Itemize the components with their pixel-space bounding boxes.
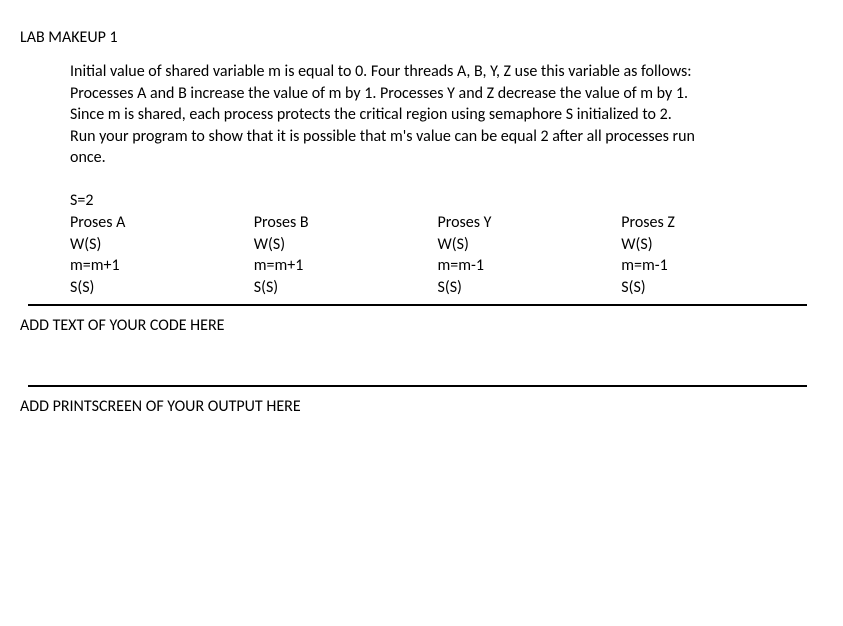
problem-line: Initial value of shared variable m is eq… [70, 61, 805, 83]
output-section-label: ADD PRINTSCREEN OF YOUR OUTPUT HERE [20, 397, 825, 416]
process-name: Proses Z [621, 212, 805, 234]
problem-line: once. [70, 147, 805, 169]
process-op: m=m-1 [438, 255, 622, 277]
process-signal: S(S) [254, 277, 438, 299]
process-name: Proses B [254, 212, 438, 234]
process-name: Proses A [70, 212, 254, 234]
process-op: m=m-1 [621, 255, 805, 277]
process-col-b: Proses B W(S) m=m+1 S(S) [254, 212, 438, 298]
process-op: m=m+1 [254, 255, 438, 277]
process-signal: S(S) [438, 277, 622, 299]
process-col-z: Proses Z W(S) m=m-1 S(S) [621, 212, 805, 298]
process-wait: W(S) [254, 234, 438, 256]
process-op: m=m+1 [70, 255, 254, 277]
divider [28, 304, 807, 306]
lab-title: LAB MAKEUP 1 [20, 28, 825, 47]
problem-statement: Initial value of shared variable m is eq… [70, 61, 805, 169]
process-wait: W(S) [70, 234, 254, 256]
process-wait: W(S) [621, 234, 805, 256]
semaphore-init: S=2 [70, 191, 825, 210]
divider [28, 385, 807, 387]
process-col-y: Proses Y W(S) m=m-1 S(S) [438, 212, 622, 298]
process-signal: S(S) [70, 277, 254, 299]
process-signal: S(S) [621, 277, 805, 299]
problem-line: Processes A and B increase the value of … [70, 83, 805, 105]
process-table: Proses A W(S) m=m+1 S(S) Proses B W(S) m… [70, 212, 805, 298]
process-col-a: Proses A W(S) m=m+1 S(S) [70, 212, 254, 298]
process-name: Proses Y [438, 212, 622, 234]
problem-line: Run your program to show that it is poss… [70, 126, 805, 148]
problem-line: Since m is shared, each process protects… [70, 104, 805, 126]
process-wait: W(S) [438, 234, 622, 256]
code-section-label: ADD TEXT OF YOUR CODE HERE [20, 316, 825, 335]
